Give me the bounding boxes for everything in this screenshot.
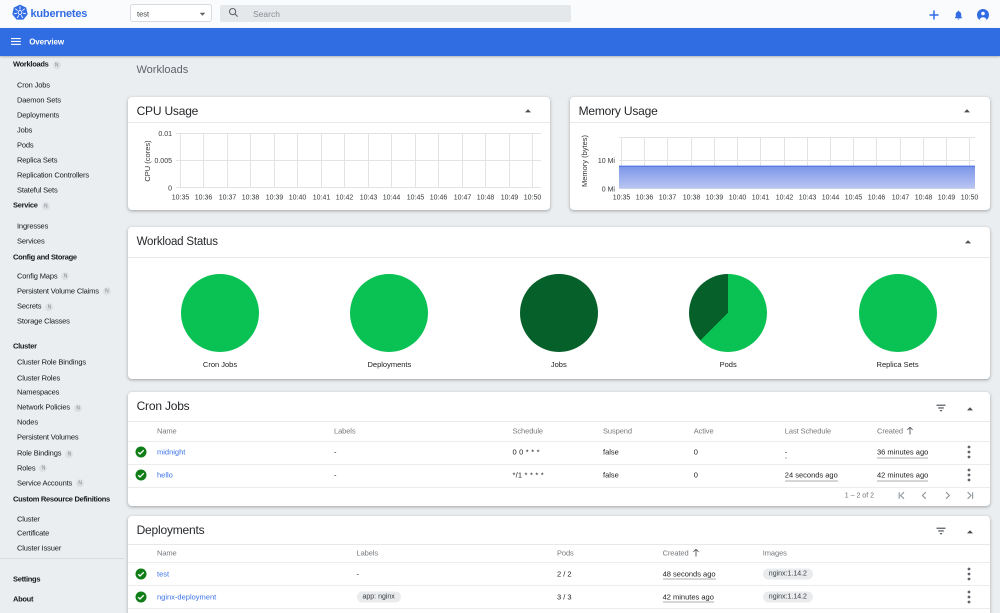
svg-text:10:37: 10:37 — [659, 195, 677, 202]
svg-text:10:37: 10:37 — [219, 195, 237, 202]
svg-text:10:48: 10:48 — [477, 195, 495, 202]
svg-text:10:50: 10:50 — [961, 195, 979, 202]
svg-text:0 Mi: 0 Mi — [602, 186, 616, 193]
svg-text:10:39: 10:39 — [706, 195, 724, 202]
svg-text:10:47: 10:47 — [454, 195, 472, 202]
svg-text:10:44: 10:44 — [383, 195, 401, 202]
svg-text:10:50: 10:50 — [524, 195, 542, 202]
svg-text:0.005: 0.005 — [154, 158, 172, 165]
svg-text:10:40: 10:40 — [729, 195, 747, 202]
svg-text:10:35: 10:35 — [613, 195, 631, 202]
svg-text:Memory (bytes): Memory (bytes) — [580, 134, 589, 187]
svg-text:10:35: 10:35 — [172, 195, 190, 202]
svg-text:0.01: 0.01 — [158, 131, 172, 138]
svg-text:10:36: 10:36 — [636, 195, 654, 202]
svg-text:10:38: 10:38 — [242, 195, 260, 202]
svg-text:10:45: 10:45 — [407, 195, 425, 202]
svg-text:10:41: 10:41 — [313, 195, 331, 202]
svg-text:10 Mi: 10 Mi — [598, 158, 616, 165]
svg-text:10:48: 10:48 — [915, 195, 933, 202]
svg-text:10:42: 10:42 — [776, 195, 794, 202]
svg-text:10:43: 10:43 — [360, 195, 378, 202]
svg-text:10:42: 10:42 — [336, 195, 354, 202]
svg-text:CPU (cores): CPU (cores) — [143, 140, 152, 182]
svg-text:10:38: 10:38 — [683, 195, 701, 202]
svg-text:10:49: 10:49 — [501, 195, 519, 202]
svg-text:10:43: 10:43 — [799, 195, 817, 202]
svg-text:10:40: 10:40 — [289, 195, 307, 202]
svg-text:10:39: 10:39 — [266, 195, 284, 202]
svg-text:10:41: 10:41 — [752, 195, 770, 202]
svg-text:10:36: 10:36 — [195, 195, 213, 202]
svg-text:10:47: 10:47 — [892, 195, 910, 202]
svg-text:10:45: 10:45 — [845, 195, 863, 202]
svg-text:10:46: 10:46 — [868, 195, 886, 202]
svg-text:0: 0 — [168, 186, 172, 193]
svg-text:10:49: 10:49 — [938, 195, 956, 202]
svg-text:10:46: 10:46 — [430, 195, 448, 202]
svg-text:10:44: 10:44 — [822, 195, 840, 202]
